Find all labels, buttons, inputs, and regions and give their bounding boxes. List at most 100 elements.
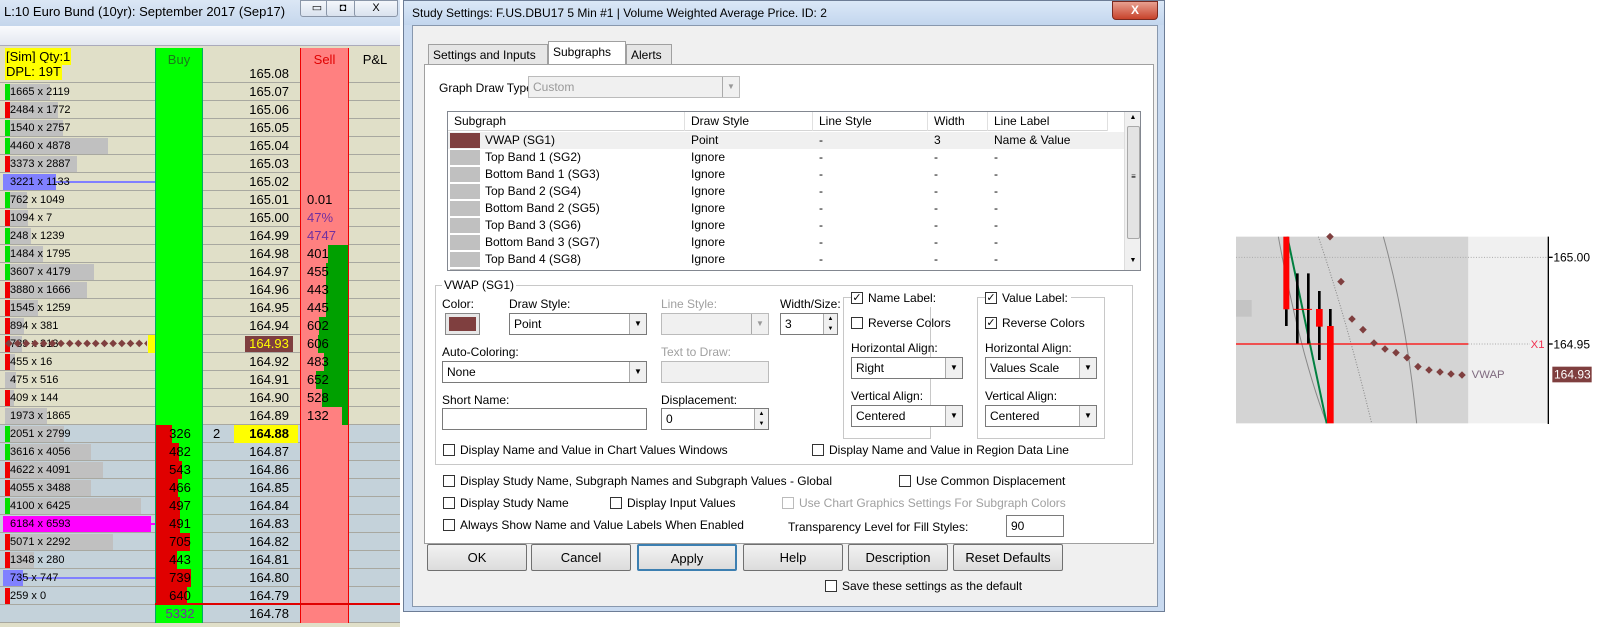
price-cell[interactable]: 164.83 [205, 515, 295, 533]
text-to-draw-input[interactable] [661, 361, 769, 383]
price-cell[interactable]: 164.97 [205, 263, 295, 281]
name-label-checkbox[interactable]: ✓ Name Label: [851, 291, 940, 307]
ladder-row[interactable]: 455 x 16 164.92 483 [0, 353, 400, 371]
subgraph-row[interactable]: Bottom Band 1 (SG3) Ignore - - - [448, 166, 1125, 183]
tab-subgraphs[interactable]: Subgraphs [548, 41, 626, 66]
ladder-row[interactable]: 409 x 144 164.90 528 [0, 389, 400, 407]
subgraph-row[interactable]: Top Band 4 (SG8) Ignore - - - [448, 251, 1125, 268]
price-cell[interactable]: 165.00 [205, 209, 295, 227]
buy-cell[interactable]: 443 [155, 551, 203, 569]
buy-cell[interactable]: 491 [155, 515, 203, 533]
display-input-values-checkbox[interactable]: Display Input Values [610, 496, 736, 512]
line-style-select[interactable]: ▼ [661, 313, 769, 335]
sell-cell[interactable]: 132 [300, 407, 349, 425]
common-displacement-checkbox[interactable]: Use Common Displacement [899, 474, 1065, 490]
buy-cell[interactable] [155, 245, 203, 263]
description-button[interactable]: Description [848, 544, 948, 571]
ladder-row[interactable]: 4100 x 6425 497 164.84 [0, 497, 400, 515]
sell-cell[interactable]: 606 [300, 335, 349, 353]
sell-cell[interactable] [300, 479, 349, 497]
value-valign-select[interactable]: Centered ▼ [985, 405, 1097, 427]
ladder-row[interactable]: 248 x 1239 164.99 4747 [0, 227, 400, 245]
price-cell[interactable]: 164.81 [205, 551, 295, 569]
ladder-row[interactable]: 3373 x 2887 165.03 [0, 155, 400, 173]
name-halign-select[interactable]: Right ▼ [851, 357, 963, 379]
column-header[interactable]: Draw Style [685, 112, 813, 131]
graph-draw-type-select[interactable]: Custom ▼ [528, 76, 740, 98]
name-reverse-colors-checkbox[interactable]: Reverse Colors [851, 316, 951, 332]
ladder-row[interactable]: 3880 x 1666 164.96 443 [0, 281, 400, 299]
ladder-row[interactable]: 1540 x 2757 165.05 [0, 119, 400, 137]
sell-cell[interactable] [300, 137, 349, 155]
price-cell[interactable]: 164.87 [205, 443, 295, 461]
price-cell[interactable]: 164.90 [205, 389, 295, 407]
price-cell[interactable]: 164.98 [205, 245, 295, 263]
ladder-row[interactable]: 4055 x 3488 466 164.85 [0, 479, 400, 497]
buy-cell[interactable] [155, 335, 203, 353]
price-cell[interactable]: 164.92 [205, 353, 295, 371]
sell-cell[interactable]: 455 [300, 263, 349, 281]
chart-graphics-colors-checkbox[interactable]: Use Chart Graphics Settings For Subgraph… [782, 496, 1066, 512]
buy-cell[interactable]: 497 [155, 497, 203, 515]
buy-cell[interactable] [155, 281, 203, 299]
buy-cell[interactable]: 5332 [155, 605, 203, 623]
transparency-input[interactable]: 90 [1006, 515, 1064, 537]
ladder-row[interactable]: 1484 x 1795 164.98 401 [0, 245, 400, 263]
price-cell[interactable]: 164.85 [205, 479, 295, 497]
width-size-stepper[interactable]: 3 ▲ ▼ [780, 313, 838, 335]
color-button[interactable] [445, 313, 480, 335]
dialog-close-button[interactable]: X [1112, 1, 1158, 20]
ok-button[interactable]: OK [427, 544, 527, 571]
sell-cell[interactable]: 401 [300, 245, 349, 263]
price-cell[interactable]: 164.91 [205, 371, 295, 389]
price-cell[interactable]: 164.78 [205, 605, 295, 623]
price-cell[interactable]: 165.07 [205, 83, 295, 101]
ladder-row[interactable]: 894 x 381 164.94 602 [0, 317, 400, 335]
buy-cell[interactable] [155, 155, 203, 173]
ladder-row[interactable]: 1665 x 2119 165.07 [0, 83, 400, 101]
column-header[interactable]: Subgraph [448, 112, 685, 131]
sell-cell[interactable] [300, 497, 349, 515]
sell-cell[interactable] [300, 173, 349, 191]
scroll-down-icon[interactable]: ▼ [1125, 257, 1140, 264]
buy-cell[interactable]: 482 [155, 443, 203, 461]
buy-cell[interactable]: 466 [155, 479, 203, 497]
buy-cell[interactable]: 543 [155, 461, 203, 479]
buy-cell[interactable] [155, 173, 203, 191]
scrollbar-thumb[interactable]: ≡ [1127, 126, 1140, 239]
ladder-row[interactable]: 735 x 747 739 164.80 [0, 569, 400, 587]
subgraph-row[interactable]: Bottom Band 4 (SG9) Ignore [448, 268, 1125, 270]
ladder-row[interactable]: 3221 x 1133 165.02 [0, 173, 400, 191]
column-header[interactable]: Line Style [813, 112, 928, 131]
subgraph-row[interactable]: Top Band 2 (SG4) Ignore - - - [448, 183, 1125, 200]
ladder-row[interactable]: 3607 x 4179 164.97 455 [0, 263, 400, 281]
auto-coloring-select[interactable]: None ▼ [442, 361, 647, 383]
sell-cell[interactable] [300, 119, 349, 137]
buy-cell[interactable] [155, 317, 203, 335]
buy-cell[interactable] [155, 191, 203, 209]
region-data-line-checkbox[interactable]: Display Name and Value in Region Data Li… [812, 443, 1069, 459]
price-cell[interactable]: 165.04 [205, 137, 295, 155]
sell-cell[interactable] [300, 569, 349, 587]
price-cell[interactable]: 164.84 [205, 497, 295, 515]
buy-cell[interactable] [155, 389, 203, 407]
spinner-icon[interactable]: ▲ ▼ [823, 314, 837, 334]
help-button[interactable]: Help [743, 544, 843, 571]
apply-button[interactable]: Apply [637, 544, 737, 571]
buy-cell[interactable] [155, 101, 203, 119]
ladder-row[interactable]: 3616 x 4056 482 164.87 [0, 443, 400, 461]
price-cell[interactable]: 164.86 [205, 461, 295, 479]
subgraph-row[interactable]: Top Band 1 (SG2) Ignore - - - [448, 149, 1125, 166]
buy-cell[interactable] [155, 407, 203, 425]
sell-cell[interactable]: 47% [300, 209, 349, 227]
ladder-row[interactable]: 1348 x 280 443 164.81 [0, 551, 400, 569]
sell-cell[interactable] [300, 83, 349, 101]
ladder-row[interactable]: 259 x 0 640 164.79 [0, 587, 400, 606]
buy-cell[interactable]: 326 [155, 425, 203, 443]
sell-cell[interactable]: 483 [300, 353, 349, 371]
global-display-checkbox[interactable]: Display Study Name, Subgraph Names and S… [443, 474, 832, 490]
subgraph-row[interactable]: Top Band 3 (SG6) Ignore - - - [448, 217, 1125, 234]
sell-cell[interactable] [300, 425, 349, 443]
price-cell[interactable]: 165.03 [205, 155, 295, 173]
sell-cell[interactable] [300, 533, 349, 551]
